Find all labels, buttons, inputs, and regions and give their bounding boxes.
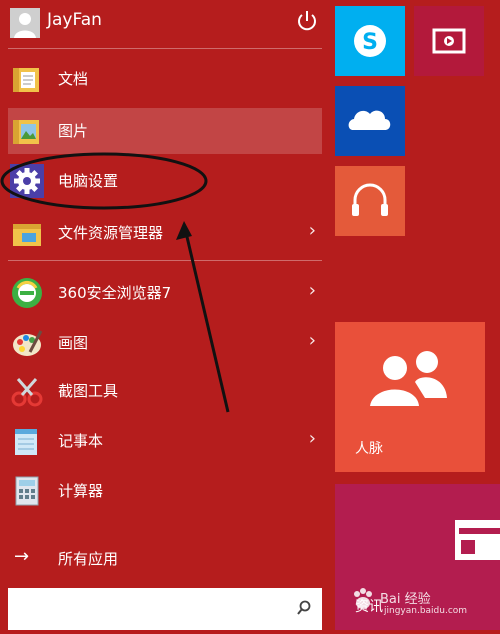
notepad-icon (15, 429, 37, 455)
gear-icon (10, 164, 44, 198)
menu-item-notepad[interactable]: 记事本 › (8, 418, 322, 464)
svg-text:S: S (362, 30, 378, 55)
watermark-brand: Bai 经验 (380, 592, 431, 607)
headphones-icon (352, 183, 388, 216)
cloud-icon (348, 110, 391, 130)
all-apps-label: 所有应用 (58, 550, 119, 568)
chevron-right-icon[interactable]: › (309, 330, 316, 351)
folder-documents-icon (13, 68, 39, 92)
tile-music[interactable] (335, 166, 405, 236)
menu-item-paint[interactable]: 画图 › (8, 320, 322, 366)
all-apps-button[interactable]: → 所有应用 (8, 544, 322, 574)
menu-item-label: 360安全浏览器7 (58, 284, 172, 302)
watermark-url: jingyan.baidu.com (384, 606, 468, 616)
divider (8, 48, 322, 49)
user-bar: JayFan (0, 0, 330, 46)
power-icon[interactable] (294, 8, 320, 34)
menu-item-360-browser[interactable]: 360安全浏览器7 › (8, 270, 322, 316)
search-icon[interactable] (296, 600, 312, 616)
tile-people-label: 人脉 (355, 441, 383, 457)
menu-item-label: 截图工具 (58, 382, 119, 400)
menu-item-label: 画图 (58, 334, 89, 352)
skype-icon: S (354, 25, 386, 57)
calculator-icon (15, 476, 39, 506)
browser-360-icon (12, 278, 42, 308)
snipping-tool-icon (11, 378, 43, 407)
menu-item-calculator[interactable]: 计算器 (8, 468, 322, 514)
user-avatar[interactable] (10, 8, 40, 38)
divider (8, 260, 322, 261)
tile-video[interactable] (414, 6, 484, 76)
menu-item-label: 记事本 (58, 432, 104, 450)
menu-item-label: 计算器 (58, 482, 104, 500)
menu-item-pictures[interactable]: 图片 (8, 108, 322, 154)
chevron-right-icon[interactable]: › (309, 428, 316, 449)
menu-item-snipping-tool[interactable]: 截图工具 (8, 368, 322, 414)
chevron-right-icon[interactable]: › (309, 220, 316, 241)
menu-item-file-explorer[interactable]: 文件资源管理器 › (8, 210, 322, 256)
file-explorer-icon (13, 224, 41, 246)
tile-people[interactable]: 人脉 (335, 322, 485, 472)
menu-item-label: 文档 (58, 70, 89, 88)
user-icon (10, 8, 40, 38)
paint-icon (13, 330, 43, 356)
folder-pictures-icon (13, 120, 39, 144)
user-name[interactable]: JayFan (47, 10, 102, 30)
menu-item-label: 电脑设置 (58, 172, 119, 190)
menu-item-label: 图片 (58, 122, 89, 140)
search-input[interactable] (8, 588, 322, 630)
menu-item-label: 文件资源管理器 (58, 224, 164, 242)
menu-item-documents[interactable]: 文档 (8, 56, 322, 102)
arrow-right-icon: → (14, 546, 30, 567)
chevron-right-icon[interactable]: › (309, 280, 316, 301)
watermark: Bai 经验 jingyan.baidu.com (350, 586, 490, 622)
start-menu: JayFan 文档 图片 电脑设置 文件资源管理器 › 360安全浏览器7 › … (0, 0, 500, 630)
tile-edge (492, 6, 500, 156)
menu-item-pc-settings[interactable]: 电脑设置 (8, 158, 322, 204)
video-icon (432, 28, 466, 54)
tile-onedrive[interactable] (335, 86, 405, 156)
tile-skype[interactable]: S (335, 6, 405, 76)
paw-icon (354, 588, 372, 609)
